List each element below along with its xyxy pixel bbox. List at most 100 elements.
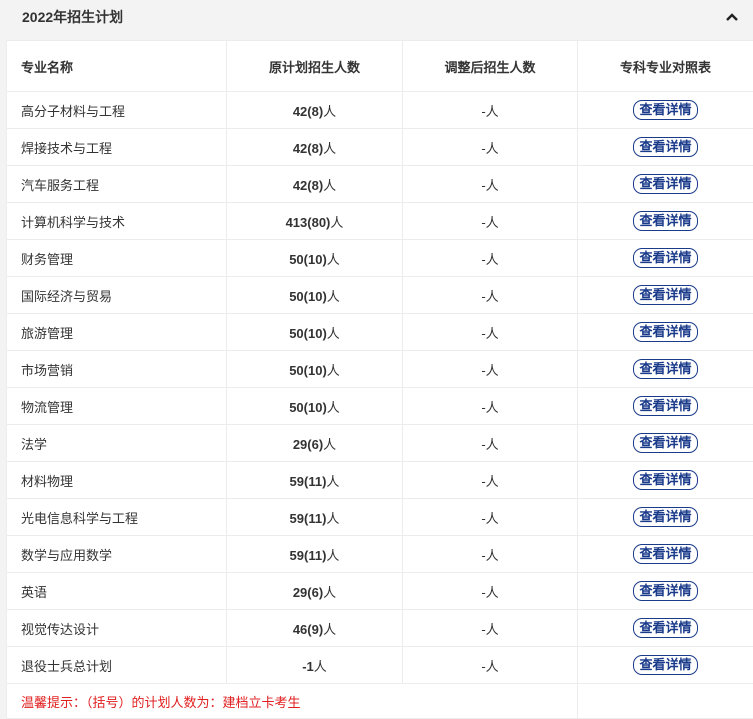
detail-cell: 查看详情	[577, 461, 753, 499]
original-plan-cell: 46(9)人	[226, 609, 403, 647]
plan-unit: 人	[326, 251, 340, 267]
adjusted-plan-value: -人	[402, 387, 578, 425]
major-name: 焊接技术与工程	[6, 128, 227, 166]
major-name: 光电信息科学与工程	[6, 498, 227, 536]
adjusted-plan-value: -人	[402, 646, 578, 684]
table-container: 专业名称 原计划招生人数 调整后招生人数 专科专业对照表 高分子材料与工程 42(…	[6, 40, 753, 719]
plan-unit: 人	[326, 288, 340, 304]
adjusted-plan-value: -人	[402, 91, 578, 129]
plan-unit: 人	[326, 510, 340, 526]
view-details-button[interactable]: 查看详情	[633, 655, 698, 675]
view-details-button[interactable]: 查看详情	[633, 507, 698, 527]
original-plan-value: 50(10)	[289, 288, 327, 304]
detail-cell: 查看详情	[577, 498, 753, 536]
view-details-button[interactable]: 查看详情	[633, 359, 698, 379]
detail-cell: 查看详情	[577, 239, 753, 277]
adjusted-plan-value: -人	[402, 498, 578, 536]
major-name: 国际经济与贸易	[6, 276, 227, 314]
original-plan-value: 29(6)	[292, 436, 324, 452]
plan-unit: 人	[323, 621, 337, 637]
view-details-button[interactable]: 查看详情	[633, 174, 698, 194]
table-row: 财务管理 50(10)人 -人 查看详情	[6, 239, 753, 277]
major-name: 物流管理	[6, 387, 227, 425]
major-name: 财务管理	[6, 239, 227, 277]
plan-unit: 人	[326, 399, 340, 415]
adjusted-plan-value: -人	[402, 461, 578, 499]
original-plan-cell: 29(6)人	[226, 572, 403, 610]
original-plan-cell: 42(8)人	[226, 128, 403, 166]
detail-cell: 查看详情	[577, 609, 753, 647]
note-text: 温馨提示：（括号）的计划人数为：建档立卡考生	[6, 683, 578, 719]
original-plan-value: 50(10)	[289, 325, 327, 341]
original-plan-value: 59(11)	[289, 473, 327, 489]
original-plan-value: 42(8)	[292, 177, 324, 193]
major-name: 计算机科学与技术	[6, 202, 227, 240]
view-details-button[interactable]: 查看详情	[633, 211, 698, 231]
plan-unit: 人	[326, 547, 340, 563]
plan-unit: 人	[323, 584, 337, 600]
enrollment-table: 专业名称 原计划招生人数 调整后招生人数 专科专业对照表 高分子材料与工程 42(…	[6, 40, 753, 719]
view-details-button[interactable]: 查看详情	[633, 248, 698, 268]
enrollment-plan-panel: 2022年招生计划 专业名称 原计划招生人数 调整后招生人数 专科专业对照表 高…	[0, 0, 753, 719]
detail-cell: 查看详情	[577, 646, 753, 684]
original-plan-cell: 50(10)人	[226, 276, 403, 314]
plan-unit: 人	[323, 140, 337, 156]
view-details-button[interactable]: 查看详情	[633, 396, 698, 416]
view-details-button[interactable]: 查看详情	[633, 581, 698, 601]
note-empty-cell	[577, 683, 753, 719]
detail-cell: 查看详情	[577, 128, 753, 166]
original-plan-value: 42(8)	[292, 140, 324, 156]
plan-unit: 人	[323, 177, 337, 193]
adjusted-plan-value: -人	[402, 350, 578, 388]
view-details-button[interactable]: 查看详情	[633, 433, 698, 453]
major-name: 退役士兵总计划	[6, 646, 227, 684]
view-details-button[interactable]: 查看详情	[633, 322, 698, 342]
view-details-button[interactable]: 查看详情	[633, 137, 698, 157]
detail-cell: 查看详情	[577, 350, 753, 388]
table-row: 物流管理 50(10)人 -人 查看详情	[6, 387, 753, 425]
table-row: 数学与应用数学 59(11)人 -人 查看详情	[6, 535, 753, 573]
major-name: 旅游管理	[6, 313, 227, 351]
column-header-comparison: 专科专业对照表	[577, 40, 753, 92]
detail-cell: 查看详情	[577, 202, 753, 240]
note-row: 温馨提示：（括号）的计划人数为：建档立卡考生	[6, 683, 753, 719]
adjusted-plan-value: -人	[402, 128, 578, 166]
view-details-button[interactable]: 查看详情	[633, 544, 698, 564]
original-plan-cell: 59(11)人	[226, 535, 403, 573]
original-plan-cell: 42(8)人	[226, 165, 403, 203]
column-header-adjusted-plan: 调整后招生人数	[402, 40, 578, 92]
view-details-button[interactable]: 查看详情	[633, 618, 698, 638]
original-plan-cell: 413(80)人	[226, 202, 403, 240]
view-details-button[interactable]: 查看详情	[633, 470, 698, 490]
plan-unit: 人	[326, 473, 340, 489]
detail-cell: 查看详情	[577, 387, 753, 425]
detail-cell: 查看详情	[577, 165, 753, 203]
major-name: 汽车服务工程	[6, 165, 227, 203]
view-details-button[interactable]: 查看详情	[633, 285, 698, 305]
original-plan-value: 42(8)	[292, 103, 324, 119]
adjusted-plan-value: -人	[402, 276, 578, 314]
plan-unit: 人	[326, 362, 340, 378]
table-row: 光电信息科学与工程 59(11)人 -人 查看详情	[6, 498, 753, 536]
view-details-button[interactable]: 查看详情	[633, 100, 698, 120]
detail-cell: 查看详情	[577, 313, 753, 351]
table-row: 焊接技术与工程 42(8)人 -人 查看详情	[6, 128, 753, 166]
major-name: 市场营销	[6, 350, 227, 388]
table-row: 汽车服务工程 42(8)人 -人 查看详情	[6, 165, 753, 203]
adjusted-plan-value: -人	[402, 424, 578, 462]
panel-title: 2022年招生计划	[22, 9, 124, 25]
plan-unit: 人	[323, 436, 337, 452]
table-header-row: 专业名称 原计划招生人数 调整后招生人数 专科专业对照表	[6, 40, 753, 92]
adjusted-plan-value: -人	[402, 239, 578, 277]
original-plan-value: 50(10)	[289, 251, 327, 267]
adjusted-plan-value: -人	[402, 165, 578, 203]
chevron-up-icon[interactable]	[725, 10, 739, 24]
original-plan-cell: 50(10)人	[226, 387, 403, 425]
original-plan-cell: 50(10)人	[226, 313, 403, 351]
major-name: 材料物理	[6, 461, 227, 499]
major-name: 高分子材料与工程	[6, 91, 227, 129]
major-name: 数学与应用数学	[6, 535, 227, 573]
plan-unit: 人	[326, 325, 340, 341]
panel-header[interactable]: 2022年招生计划	[0, 0, 753, 34]
detail-cell: 查看详情	[577, 535, 753, 573]
